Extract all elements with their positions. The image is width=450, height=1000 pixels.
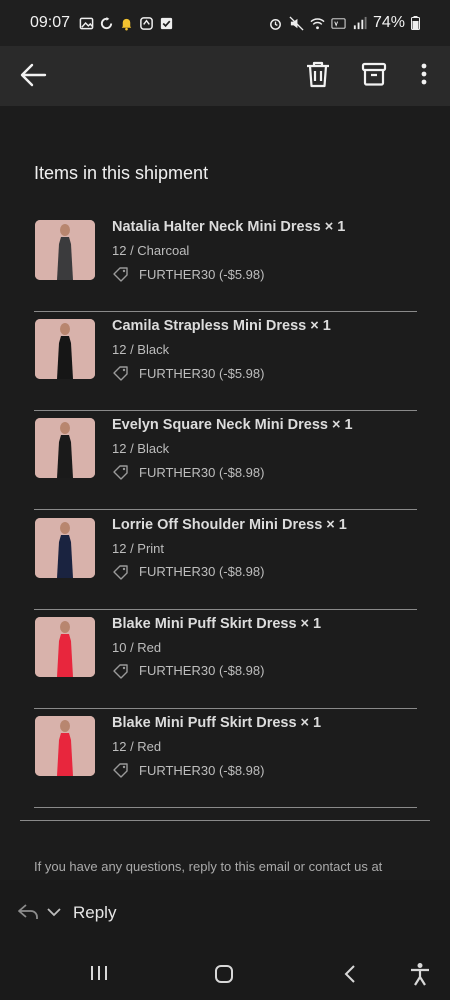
- discount-code: FURTHER30 (-$8.98): [139, 762, 265, 778]
- product-name: Blake Mini Puff Skirt Dress × 1: [112, 615, 322, 632]
- discount-code: FURTHER30 (-$5.98): [139, 365, 265, 381]
- volte-icon: [331, 17, 346, 29]
- gallery-icon: [79, 17, 94, 29]
- reply-bar[interactable]: Reply: [0, 880, 450, 946]
- discount-row: FURTHER30 (-$8.98): [112, 563, 264, 581]
- delete-icon[interactable]: [304, 59, 332, 89]
- product-name: Camila Strapless Mini Dress × 1: [112, 318, 331, 335]
- reply-button[interactable]: Reply: [73, 903, 116, 923]
- bell-icon: [121, 18, 132, 30]
- shipment-item: Lorrie Off Shoulder Mini Dress × 1 12 / …: [34, 511, 417, 610]
- discount-row: FURTHER30 (-$8.98): [112, 761, 264, 779]
- app-icon: [140, 16, 153, 30]
- shipment-item: Camila Strapless Mini Dress × 1 12 / Bla…: [34, 312, 417, 412]
- sync-icon: [100, 16, 113, 29]
- product-name: Blake Mini Puff Skirt Dress × 1: [112, 715, 322, 731]
- product-image: [35, 517, 95, 578]
- shipment-item: Natalia Halter Neck Mini Dress × 1 12 / …: [34, 213, 417, 312]
- discount-code: FURTHER30 (-$8.98): [139, 564, 265, 580]
- discount-row: FURTHER30 (-$5.98): [112, 364, 264, 382]
- chevron-down-icon[interactable]: [47, 906, 61, 918]
- product-image: [35, 220, 95, 280]
- checkbox-icon: [160, 17, 173, 29]
- footer-text: If you have any questions, reply to this…: [34, 859, 383, 874]
- signal-icon: [353, 16, 367, 29]
- email-body: Items in this shipment Natalia Halter Ne…: [0, 106, 450, 880]
- product-variant: 12 / Charcoal: [112, 243, 190, 258]
- tag-icon: [113, 366, 128, 381]
- home-icon[interactable]: [214, 964, 234, 984]
- product-variant: 12 / Black: [112, 441, 170, 457]
- product-variant: 12 / Print: [112, 540, 165, 556]
- product-variant: 10 / Red: [112, 639, 162, 655]
- alarm-icon: [270, 18, 281, 30]
- product-variant: 12 / Red: [112, 739, 162, 754]
- product-variant: 12 / Black: [112, 342, 170, 358]
- tag-icon: [113, 465, 128, 481]
- product-image: [35, 319, 95, 380]
- product-name: Lorrie Off Shoulder Mini Dress × 1: [112, 516, 347, 533]
- status-notification-icons: [79, 16, 174, 31]
- wifi-icon: [310, 17, 325, 29]
- system-nav-bar: [0, 946, 450, 1000]
- tag-icon: [113, 664, 128, 679]
- back-arrow-icon[interactable]: [18, 60, 48, 90]
- archive-icon[interactable]: [360, 60, 388, 88]
- discount-code: FURTHER30 (-$5.98): [139, 266, 265, 282]
- shipment-item: Blake Mini Puff Skirt Dress × 1 12 / Red…: [34, 709, 417, 808]
- shipment-item: Blake Mini Puff Skirt Dress × 1 10 / Red…: [34, 610, 417, 709]
- discount-row: FURTHER30 (-$8.98): [112, 662, 264, 680]
- mute-icon: [289, 15, 304, 31]
- product-image: [35, 716, 95, 776]
- status-system-icons: 74%: [268, 14, 420, 32]
- app-bar: [0, 46, 450, 106]
- tag-icon: [113, 267, 128, 282]
- battery-text: 74%: [372, 14, 405, 31]
- tag-icon: [113, 564, 128, 580]
- more-options-icon[interactable]: [416, 60, 432, 90]
- discount-row: FURTHER30 (-$5.98): [112, 265, 264, 283]
- product-name: Evelyn Square Neck Mini Dress × 1: [112, 417, 353, 434]
- tag-icon: [113, 763, 128, 778]
- status-time: 09:07: [30, 14, 71, 31]
- nav-back-icon[interactable]: [343, 964, 357, 984]
- recent-apps-icon[interactable]: [89, 964, 109, 982]
- status-bar: 09:07 74%: [0, 0, 450, 46]
- discount-row: FURTHER30 (-$8.98): [112, 463, 264, 481]
- product-image: [35, 616, 95, 677]
- discount-code: FURTHER30 (-$8.98): [139, 663, 265, 679]
- reply-icon[interactable]: [16, 902, 40, 922]
- accessibility-icon[interactable]: [409, 962, 431, 986]
- product-name: Natalia Halter Neck Mini Dress × 1: [112, 219, 346, 235]
- battery-icon: [411, 16, 420, 30]
- product-image: [35, 418, 95, 479]
- divider: [20, 820, 430, 821]
- section-title: Items in this shipment: [34, 163, 209, 183]
- shipment-item: Evelyn Square Neck Mini Dress × 1 12 / B…: [34, 411, 417, 511]
- discount-code: FURTHER30 (-$8.98): [139, 464, 265, 480]
